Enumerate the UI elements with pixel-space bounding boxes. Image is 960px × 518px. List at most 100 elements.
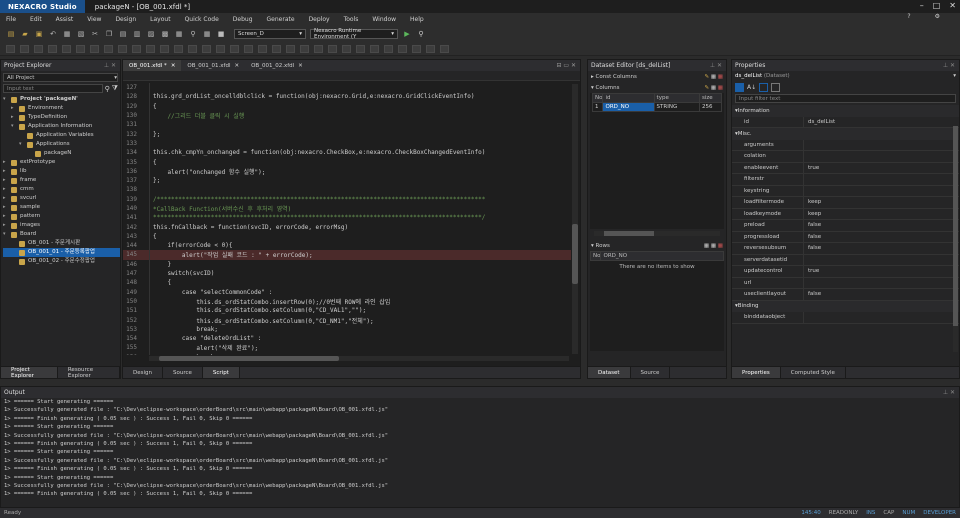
property-value[interactable]: false xyxy=(804,234,821,240)
copy-icon[interactable]: ❐ xyxy=(104,29,114,39)
property-value[interactable]: false xyxy=(804,291,821,297)
expand-arrow-icon[interactable]: ▸ xyxy=(11,104,19,113)
code-line[interactable]: 154 case "deleteOrdList" : xyxy=(123,334,571,343)
tab-resource-explorer[interactable]: Resource Explorer xyxy=(58,367,120,379)
bring-front-icon[interactable] xyxy=(188,44,197,53)
delete-icon[interactable]: ▥ xyxy=(132,29,142,39)
tree-item[interactable]: ▸ cmm xyxy=(3,185,120,194)
code-line[interactable]: 135 { xyxy=(123,157,571,166)
property-row[interactable]: id ds_delList xyxy=(732,116,959,128)
step-icon[interactable] xyxy=(384,44,393,53)
cut-icon[interactable]: ✂ xyxy=(90,29,100,39)
object-selector[interactable]: ds_delList (Dataset) ▾ xyxy=(732,71,959,81)
code-line[interactable]: 151 this.ds_ordStatCombo.setColumn(0,"CD… xyxy=(123,306,571,315)
code-line[interactable]: 147 switch(svcID) xyxy=(123,269,571,278)
runtime-select[interactable]: Nexacro Runtime Environment (Y ▾ xyxy=(310,28,398,40)
search-icon[interactable]: ⚲ xyxy=(105,85,110,93)
tab-properties[interactable]: Properties xyxy=(732,367,781,378)
same-size-icon[interactable] xyxy=(118,44,127,53)
property-value[interactable]: keep xyxy=(804,211,821,217)
expand-arrow-icon[interactable]: ▸ xyxy=(3,212,11,221)
tab-ob001[interactable]: OB_001.xfdl * ✕ xyxy=(123,60,182,71)
style-icon[interactable] xyxy=(426,44,435,53)
tree-item[interactable]: ▸ images xyxy=(3,221,120,230)
align-middle-icon[interactable] xyxy=(62,44,71,53)
code-area[interactable]: 127 128 this.grd_ordList_oncelldblclick = … xyxy=(123,83,571,355)
menu-view[interactable]: View xyxy=(87,16,101,23)
menu-debug[interactable]: Debug xyxy=(233,16,253,23)
property-row[interactable]: enableevent true xyxy=(732,162,959,174)
property-row[interactable]: progressload false xyxy=(732,231,959,243)
code-line[interactable]: 138 xyxy=(123,185,571,194)
same-height-icon[interactable] xyxy=(104,44,113,53)
property-row[interactable]: serverdatasetid xyxy=(732,254,959,266)
tab-dataset[interactable]: Dataset xyxy=(588,367,631,378)
settings-icon[interactable]: ⚙ xyxy=(935,13,940,20)
expand-arrow-icon[interactable]: ▸ xyxy=(11,113,19,122)
property-row[interactable]: keystring xyxy=(732,185,959,197)
code-line[interactable]: 148 { xyxy=(123,278,571,287)
code-line[interactable]: 150 this.ds_ordStatCombo.insertRow(0);//… xyxy=(123,297,571,306)
const-table-icon[interactable]: ▦ xyxy=(711,74,716,80)
tree-item[interactable]: ▸ pattern xyxy=(3,212,120,221)
expand-arrow-icon[interactable]: ▾ xyxy=(3,230,11,239)
tree-item[interactable]: ▾ Project 'packageN' xyxy=(3,95,120,104)
close-icon[interactable]: ✕ xyxy=(949,0,956,12)
generate-icon[interactable]: ▩ xyxy=(160,29,170,39)
property-value[interactable]: true xyxy=(804,268,819,274)
undo-icon[interactable]: ↶ xyxy=(48,29,58,39)
code-line[interactable]: 152 this.ds_ordStatCombo.setColumn(0,"CD… xyxy=(123,315,571,325)
tree-item[interactable]: ▸ TypeDefinition xyxy=(3,113,120,122)
code-line[interactable]: 131 xyxy=(123,120,571,129)
align-bottom-icon[interactable] xyxy=(76,44,85,53)
tree-item[interactable]: ▸ frame xyxy=(3,176,120,185)
menu-design[interactable]: Design xyxy=(115,16,136,23)
alphabetical-icon[interactable]: A↓ xyxy=(747,84,756,91)
ungroup-icon[interactable] xyxy=(244,44,253,53)
code-line[interactable]: 133 xyxy=(123,139,571,148)
tab-ob001-02[interactable]: OB_001_02.xfdl ✕ xyxy=(245,60,309,71)
columns-header[interactable]: ▾ Columns ✎ ▦ ▦ xyxy=(588,82,726,93)
layout-icon[interactable] xyxy=(398,44,407,53)
code-line[interactable]: 137}; xyxy=(123,176,571,185)
add-const-icon[interactable]: ✎ xyxy=(704,74,709,80)
group-icon[interactable] xyxy=(230,44,239,53)
tree-item[interactable]: ▸ lib xyxy=(3,167,120,176)
grid-icon[interactable]: ▦ xyxy=(202,29,212,39)
add-column-icon[interactable]: ✎ xyxy=(704,85,709,91)
tree-item[interactable]: packageN xyxy=(3,149,120,158)
filter-icon[interactable]: ⧩ xyxy=(112,84,118,93)
tab-computed-style[interactable]: Computed Style xyxy=(781,367,846,378)
property-filter-input[interactable]: Input filter text xyxy=(735,94,956,103)
tab-order-icon[interactable] xyxy=(258,44,267,53)
menu-help[interactable]: Help xyxy=(410,16,424,23)
center-h-icon[interactable] xyxy=(160,44,169,53)
code-line[interactable]: 149 case "selectCommonCode" : xyxy=(123,288,571,297)
rows-header[interactable]: ▾ Rows ▦ ▦ ▦ xyxy=(588,240,726,251)
code-line[interactable]: 132}; xyxy=(123,129,571,138)
style-view-icon[interactable] xyxy=(771,82,781,92)
zoom-fit-icon[interactable] xyxy=(300,44,309,53)
open-icon[interactable]: ▣ xyxy=(34,29,44,39)
code-line[interactable]: 128 this.grd_ordList_oncelldblclick = fun… xyxy=(123,92,571,101)
menu-window[interactable]: Window xyxy=(372,16,396,23)
code-line[interactable]: 145 alert("작업 실패 코드 : " + errorCode); xyxy=(123,250,571,260)
const-columns-header[interactable]: ▸ Const Columns ✎ ▦ ▦ xyxy=(588,71,726,82)
zoom-out-icon[interactable] xyxy=(286,44,295,53)
stop-icon[interactable]: ■ xyxy=(216,29,226,39)
tree-item[interactable]: Application Variables xyxy=(3,131,120,140)
horizontal-scrollbar[interactable] xyxy=(149,356,569,361)
add-row-icon[interactable]: ▦ xyxy=(704,243,709,249)
space-horizontal-icon[interactable] xyxy=(132,44,141,53)
expand-arrow-icon[interactable]: ▾ xyxy=(11,122,19,131)
menu-generate[interactable]: Generate xyxy=(267,16,295,23)
property-value[interactable]: true xyxy=(804,165,819,171)
tab-source[interactable]: Source xyxy=(163,367,203,378)
column-table-icon[interactable]: ▦ xyxy=(711,85,716,91)
paste-icon[interactable]: ▤ xyxy=(118,29,128,39)
row-table-icon[interactable]: ▦ xyxy=(711,243,716,249)
deploy-icon[interactable]: ▦ xyxy=(174,29,184,39)
property-value[interactable]: keep xyxy=(804,199,821,205)
property-value[interactable]: false xyxy=(804,245,821,251)
save-all-icon[interactable]: ▧ xyxy=(76,29,86,39)
